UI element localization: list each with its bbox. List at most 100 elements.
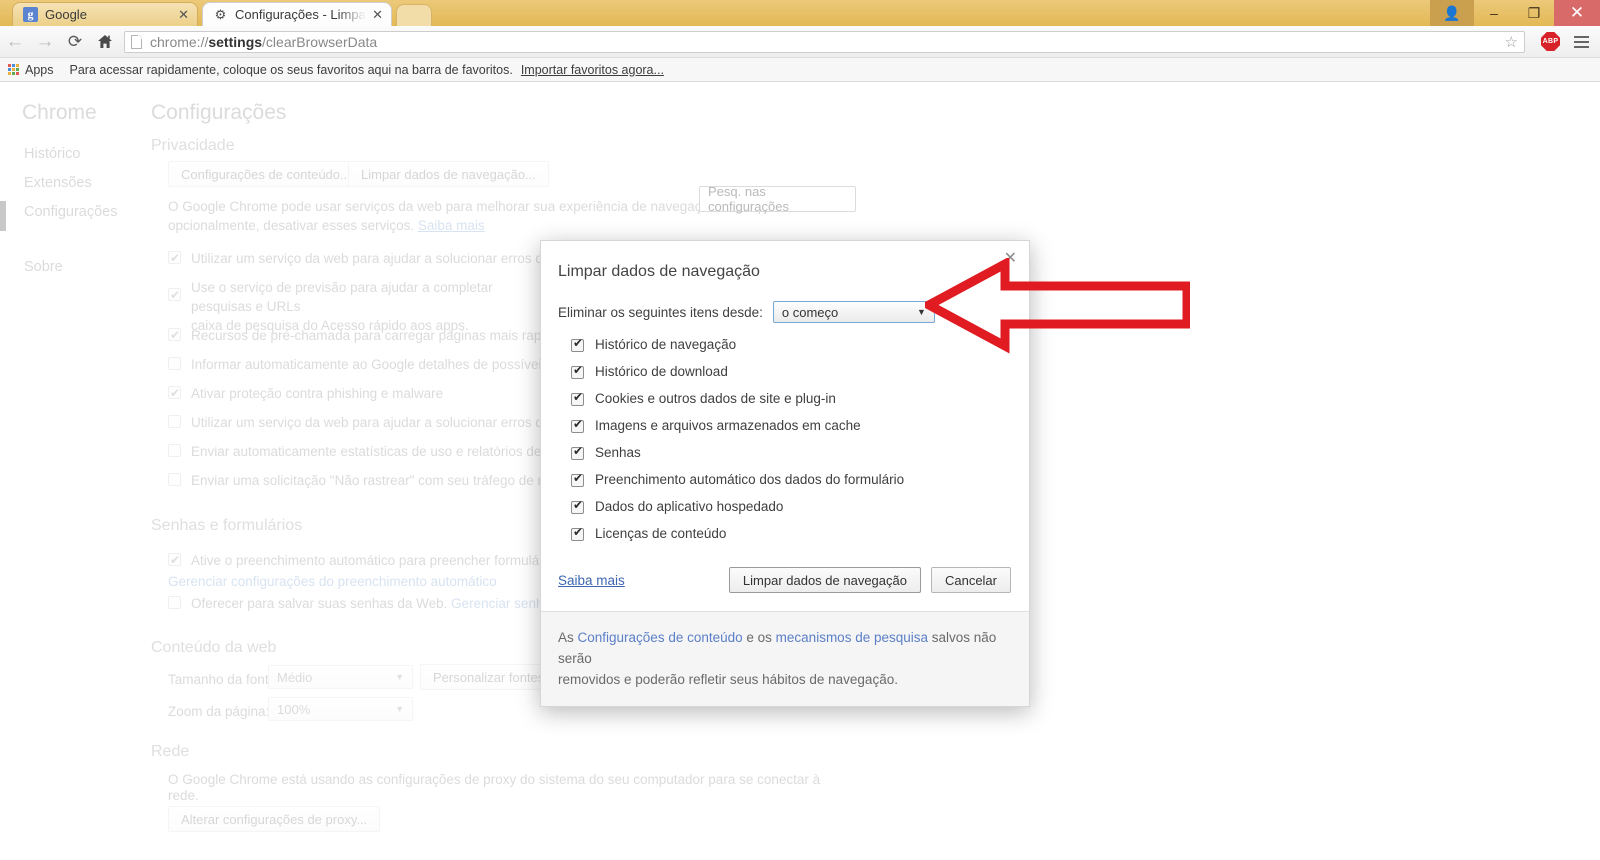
checkbox-label: Recursos de pré-chamada para carregar pá… xyxy=(191,326,597,345)
dialog-checkbox-download-history[interactable]: Histórico de download xyxy=(571,364,1029,379)
page-zoom-label: Zoom da página: xyxy=(168,702,269,721)
maximize-button[interactable]: ❐ xyxy=(1514,0,1554,26)
section-heading-senhas: Senhas e formulários xyxy=(151,517,302,535)
dialog-checkbox-passwords[interactable]: Senhas xyxy=(571,445,1029,460)
dialog-action-row: Saiba mais Limpar dados de navegação Can… xyxy=(558,567,1011,593)
sidebar-item-extensoes[interactable]: Extensões xyxy=(24,175,92,191)
checkbox-label: Enviar automaticamente estatísticas de u… xyxy=(191,442,595,461)
checkbox-icon[interactable] xyxy=(168,444,181,457)
settings-search-input[interactable]: Pesq. nas configurações xyxy=(699,186,856,212)
privacy-checkbox-row[interactable]: Recursos de pré-chamada para carregar pá… xyxy=(168,326,597,345)
browser-toolbar: ← → ⟳ chrome://settings/clearBrowserData… xyxy=(0,26,1600,58)
time-range-label: Eliminar os seguintes itens desde: xyxy=(558,305,763,320)
font-size-label: Tamanho da fonte: xyxy=(168,670,280,689)
gear-favicon-icon: ⚙ xyxy=(213,7,228,22)
chevron-down-icon: ▼ xyxy=(395,672,404,682)
apps-label[interactable]: Apps xyxy=(25,63,54,77)
clear-browsing-data-button[interactable]: Limpar dados de navegação... xyxy=(348,161,549,187)
close-window-button[interactable]: ✕ xyxy=(1554,0,1600,26)
chevron-down-icon: ▼ xyxy=(395,704,404,714)
checkbox-icon[interactable] xyxy=(571,501,584,514)
page-title: Configurações xyxy=(151,101,286,125)
bookmark-star-icon[interactable]: ☆ xyxy=(1505,33,1518,51)
checkbox-icon[interactable] xyxy=(168,357,181,370)
browser-tab-google[interactable]: g Google ✕ xyxy=(12,2,198,26)
adblock-plus-icon[interactable]: ABP xyxy=(1541,32,1560,51)
search-engines-link[interactable]: mecanismos de pesquisa xyxy=(776,630,928,645)
import-bookmarks-link[interactable]: Importar favoritos agora... xyxy=(521,63,664,77)
checkbox-icon[interactable] xyxy=(571,393,584,406)
minimize-button[interactable]: – xyxy=(1474,0,1514,26)
autofill-checkbox-row[interactable]: Ative o preenchimento automático para pr… xyxy=(168,551,593,570)
dialog-learn-more-link[interactable]: Saiba mais xyxy=(558,573,625,588)
back-icon[interactable]: ← xyxy=(0,27,30,57)
dialog-checkbox-hosted-app-data[interactable]: Dados do aplicativo hospedado xyxy=(571,499,1029,514)
home-icon[interactable] xyxy=(90,27,120,57)
checkbox-icon[interactable] xyxy=(168,596,181,609)
checkbox-label: Use o serviço de previsão para ajudar a … xyxy=(191,278,548,316)
checkbox-icon[interactable] xyxy=(168,473,181,486)
content-settings-link[interactable]: Configurações de conteúdo xyxy=(578,630,743,645)
network-text-line1: O Google Chrome está usando as configura… xyxy=(168,770,820,789)
checkbox-label: Ativar proteção contra phishing e malwar… xyxy=(191,384,443,403)
window-controls: 👤 – ❐ ✕ xyxy=(1430,0,1600,26)
checkbox-icon[interactable] xyxy=(571,447,584,460)
dialog-checkbox-cookies[interactable]: Cookies e outros dados de site e plug-in xyxy=(571,391,1029,406)
apps-grid-icon[interactable] xyxy=(8,64,19,75)
sidebar-item-configuracoes[interactable]: Configurações xyxy=(24,204,118,220)
font-size-value: Médio xyxy=(277,670,312,685)
checkbox-label: Ative o preenchimento automático para pr… xyxy=(191,551,593,570)
privacy-paragraph-line2: opcionalmente, desativar esses serviços.… xyxy=(168,216,485,235)
new-tab-button[interactable] xyxy=(396,4,432,26)
sidebar-item-historico[interactable]: Histórico xyxy=(24,146,80,162)
privacy-checkbox-row[interactable]: Ativar proteção contra phishing e malwar… xyxy=(168,384,443,403)
checkbox-icon[interactable] xyxy=(168,328,181,341)
user-profile-icon[interactable]: 👤 xyxy=(1430,0,1474,26)
chrome-menu-icon[interactable] xyxy=(1568,36,1594,48)
network-text-line2: rede. xyxy=(168,786,199,805)
checkbox-icon[interactable] xyxy=(168,251,181,264)
privacy-checkbox-row[interactable]: Enviar automaticamente estatísticas de u… xyxy=(168,442,595,461)
privacy-checkbox-row[interactable]: Enviar uma solicitação "Não rastrear" co… xyxy=(168,471,604,490)
tab-strip: g Google ✕ ⚙ Configurações - Limpar da ✕… xyxy=(0,0,1600,26)
bookmarks-hint: Para acessar rapidamente, coloque os seu… xyxy=(70,63,513,77)
browser-tab-settings[interactable]: ⚙ Configurações - Limpar da ✕ xyxy=(202,2,392,26)
dialog-checkbox-cache[interactable]: Imagens e arquivos armazenados em cache xyxy=(571,418,1029,433)
checkbox-icon[interactable] xyxy=(168,553,181,566)
dialog-footer-note: As Configurações de conteúdo e os mecani… xyxy=(541,611,1029,706)
annotation-arrow-icon xyxy=(925,258,1190,354)
dialog-checkbox-content-licenses[interactable]: Licenças de conteúdo xyxy=(571,526,1029,541)
reload-icon[interactable]: ⟳ xyxy=(60,27,90,57)
content-settings-button[interactable]: Configurações de conteúdo... xyxy=(168,161,364,187)
checkbox-icon[interactable] xyxy=(168,288,181,301)
checkbox-icon[interactable] xyxy=(571,366,584,379)
tab-close-icon[interactable]: ✕ xyxy=(178,8,189,21)
bookmarks-bar: Apps Para acessar rapidamente, coloque o… xyxy=(0,58,1600,82)
font-size-select[interactable]: Médio ▼ xyxy=(268,665,413,689)
confirm-clear-data-button[interactable]: Limpar dados de navegação xyxy=(729,567,921,593)
checkbox-icon[interactable] xyxy=(571,528,584,541)
sidebar-title: Chrome xyxy=(22,101,97,125)
page-zoom-select[interactable]: 100% ▼ xyxy=(268,697,413,721)
tab-label: Configurações - Limpar da xyxy=(235,7,366,22)
checkbox-label: Histórico de navegação xyxy=(595,337,736,352)
time-range-select[interactable]: o começo ▼ xyxy=(773,301,935,323)
checkbox-icon[interactable] xyxy=(571,420,584,433)
checkbox-icon[interactable] xyxy=(168,386,181,399)
save-passwords-checkbox-row[interactable]: Oferecer para salvar suas senhas da Web.… xyxy=(168,594,558,613)
change-proxy-settings-button[interactable]: Alterar configurações de proxy... xyxy=(168,806,380,832)
time-range-value: o começo xyxy=(782,305,838,320)
checkbox-icon[interactable] xyxy=(168,415,181,428)
address-bar[interactable]: chrome://settings/clearBrowserData ☆ xyxy=(124,31,1525,53)
tab-close-icon[interactable]: ✕ xyxy=(372,8,383,21)
page-zoom-value: 100% xyxy=(277,702,310,717)
forward-icon[interactable]: → xyxy=(30,27,60,57)
privacy-learn-more-link[interactable]: Saiba mais xyxy=(418,218,485,233)
checkbox-icon[interactable] xyxy=(571,339,584,352)
sidebar-item-sobre[interactable]: Sobre xyxy=(24,259,63,275)
section-heading-privacidade: Privacidade xyxy=(151,137,235,155)
manage-autofill-link[interactable]: Gerenciar configurações do preenchimento… xyxy=(168,572,497,591)
dialog-checkbox-autofill[interactable]: Preenchimento automático dos dados do fo… xyxy=(571,472,1029,487)
checkbox-icon[interactable] xyxy=(571,474,584,487)
cancel-button[interactable]: Cancelar xyxy=(931,567,1011,593)
